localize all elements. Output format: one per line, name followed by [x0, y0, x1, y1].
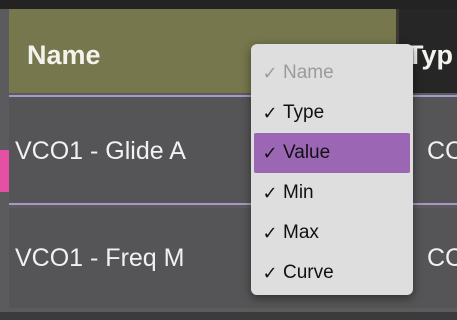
check-icon: ✓	[262, 222, 278, 243]
check-icon: ✓	[262, 62, 278, 83]
menu-item-curve[interactable]: ✓ Curve	[254, 253, 410, 293]
menu-item-type[interactable]: ✓ Type	[254, 93, 410, 133]
menu-item-value[interactable]: ✓ Value	[254, 133, 410, 173]
column-visibility-menu: ✓ Name ✓ Type ✓ Value ✓ Min ✓ Max ✓ Curv…	[251, 44, 413, 295]
menu-item-name: ✓ Name	[254, 53, 410, 93]
check-icon: ✓	[262, 262, 278, 283]
row-name-cell: VCO1 - Freq M	[15, 244, 185, 272]
menu-item-min[interactable]: ✓ Min	[254, 173, 410, 213]
menu-item-label: Max	[283, 222, 319, 243]
row-selection-marker	[0, 150, 9, 192]
column-header-name-label: Name	[27, 40, 101, 70]
column-header-type-label: Typ	[407, 40, 453, 70]
row-type-cell: CC	[427, 244, 457, 272]
menu-item-label: Type	[283, 102, 325, 123]
menu-item-max[interactable]: ✓ Max	[254, 213, 410, 253]
parameter-table: Name ▾ Typ VCO1 - Glide A CC VCO1 - Freq…	[0, 0, 457, 320]
check-icon: ✓	[262, 102, 278, 123]
menu-item-label: Value	[283, 142, 331, 163]
row-type-cell: CC	[427, 137, 457, 165]
menu-item-label: Curve	[283, 262, 334, 283]
menu-item-label: Name	[283, 62, 334, 83]
bottom-border	[0, 312, 457, 320]
check-icon: ✓	[262, 182, 278, 203]
top-border	[0, 0, 457, 9]
row-name-cell: VCO1 - Glide A	[15, 137, 186, 165]
check-icon: ✓	[262, 142, 278, 163]
menu-item-label: Min	[283, 182, 314, 203]
